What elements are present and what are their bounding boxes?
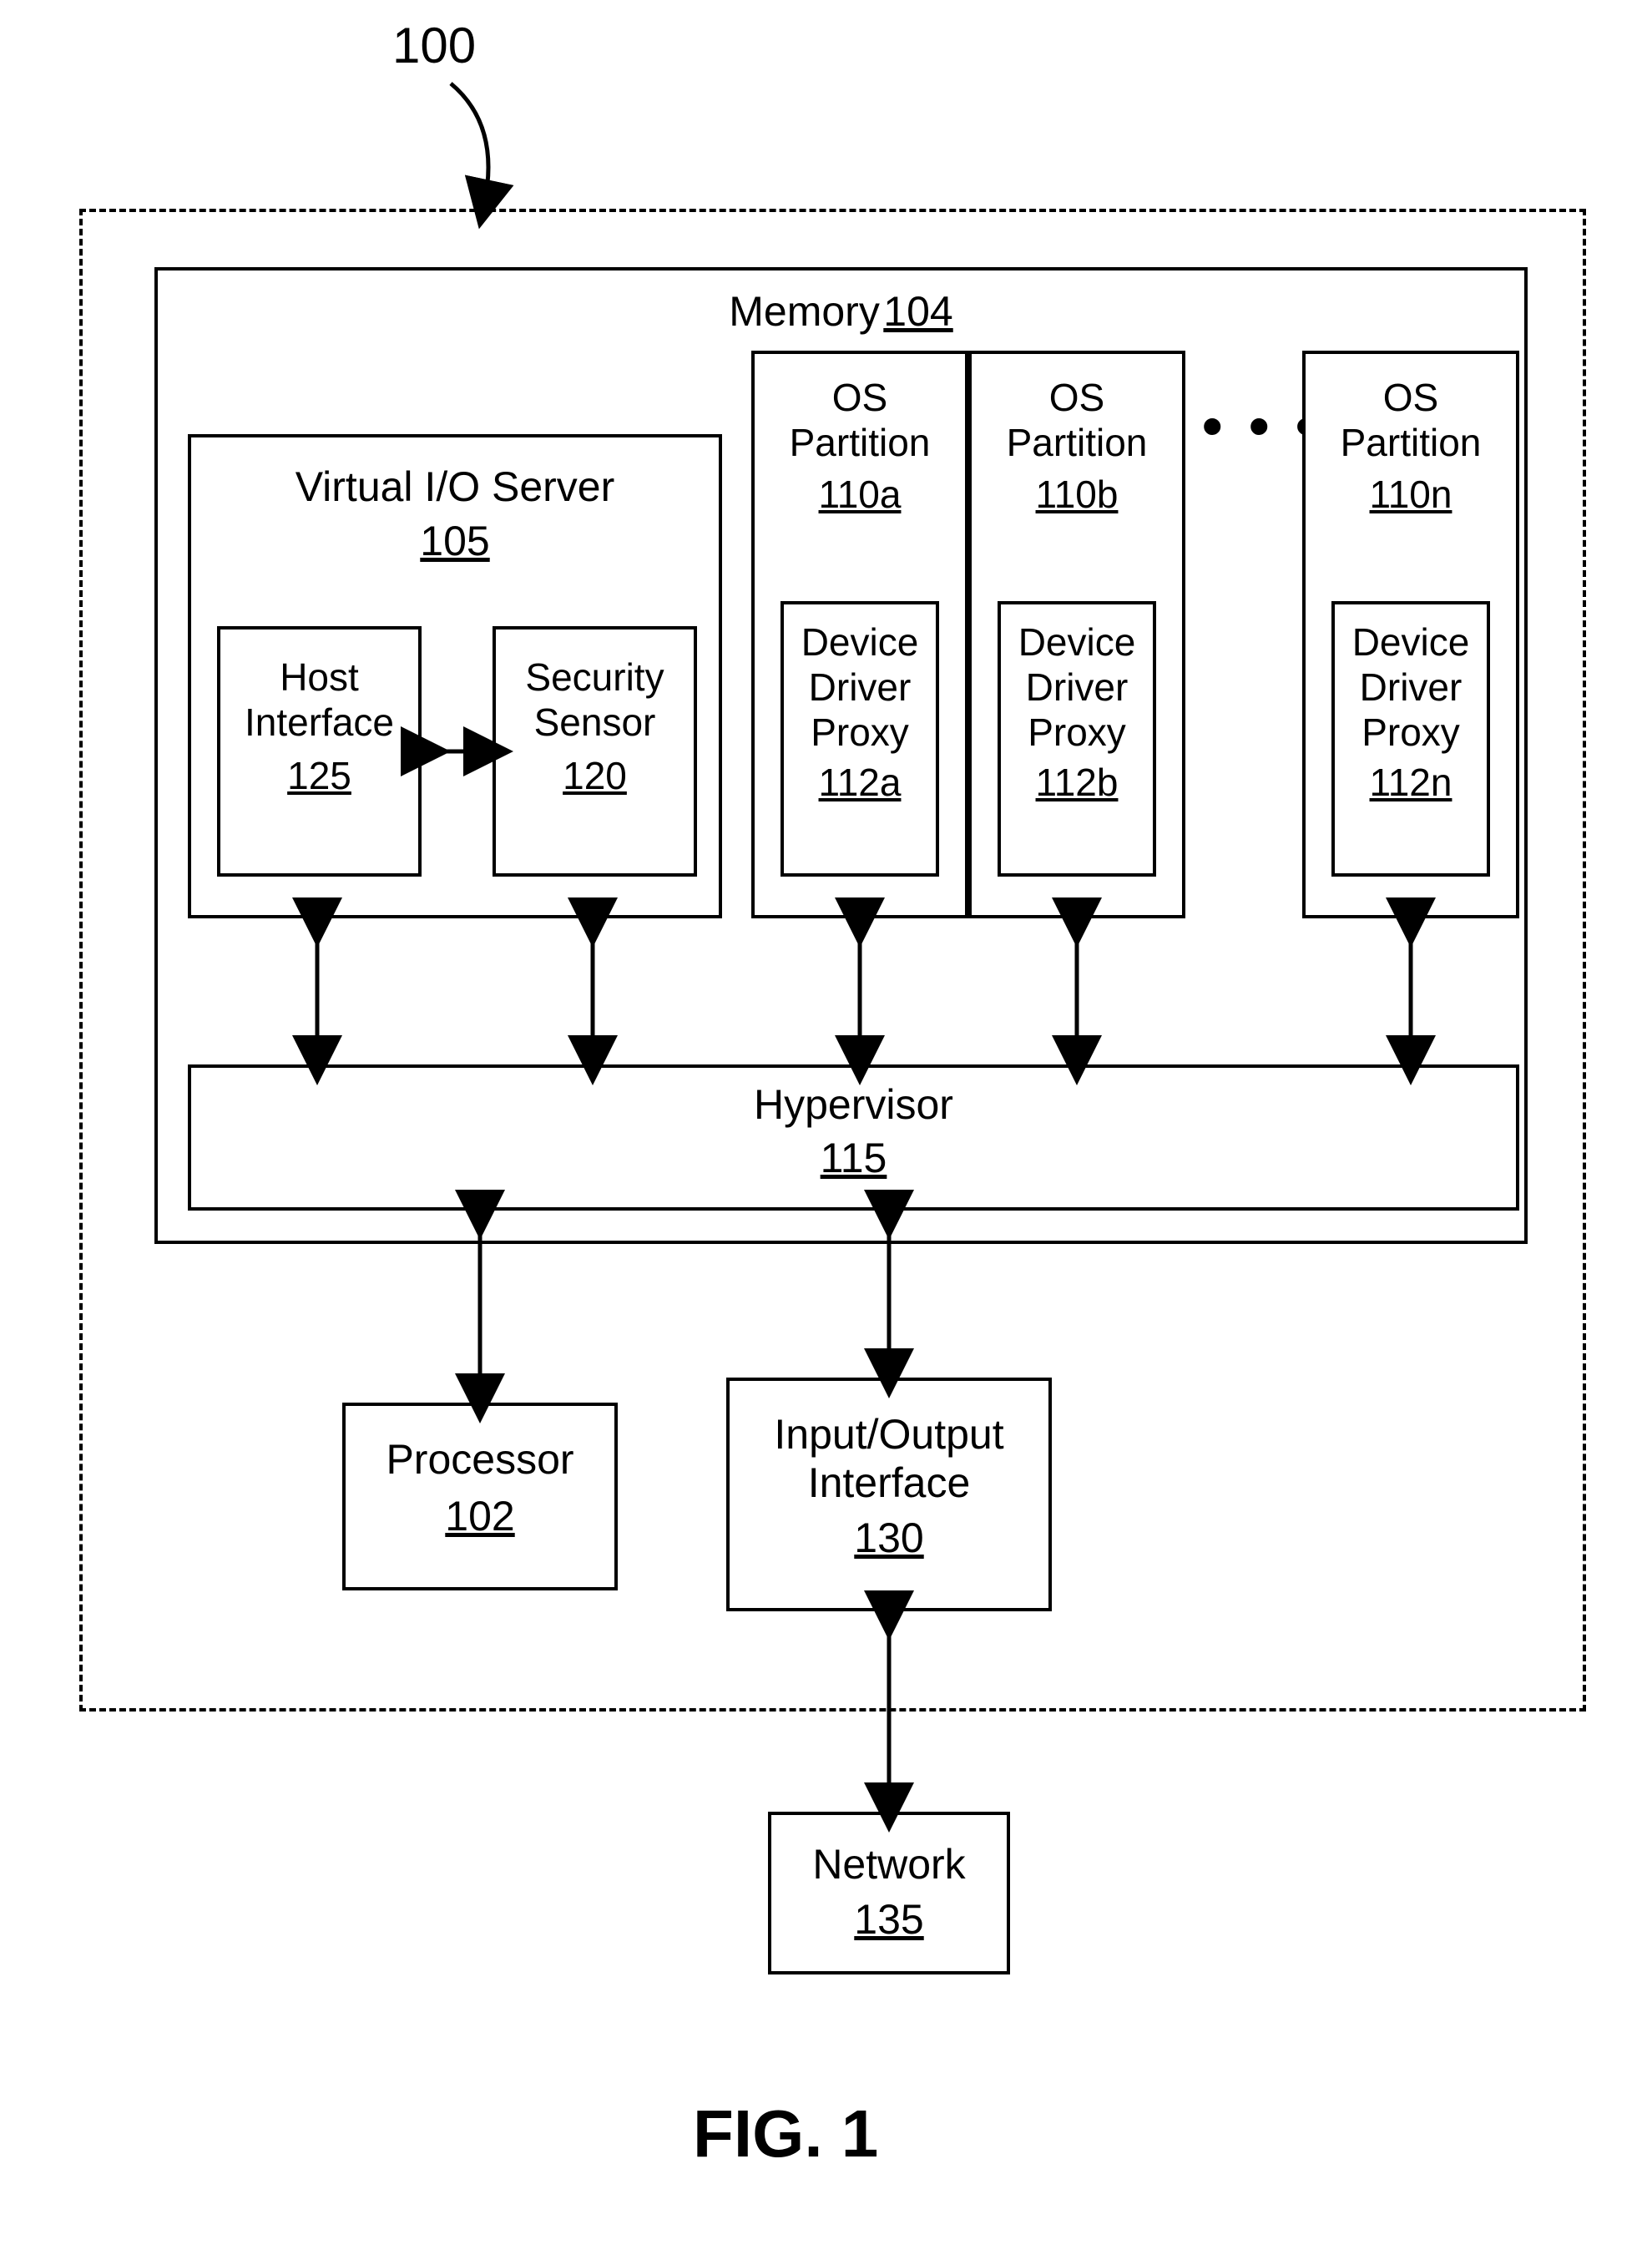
host-interface-box: Host Interface 125 <box>217 626 422 877</box>
memory-ref: 104 <box>883 288 952 335</box>
network-box: Network 135 <box>768 1812 1010 1974</box>
vio-ref: 105 <box>191 517 719 565</box>
device-driver-proxy-b: Device Driver Proxy 112b <box>998 601 1156 877</box>
security-sensor-box: Security Sensor 120 <box>493 626 697 877</box>
device-driver-proxy-n: Device Driver Proxy 112n <box>1331 601 1490 877</box>
memory-title-row: Memory 104 <box>158 287 1524 336</box>
hypervisor-box: Hypervisor 115 <box>188 1064 1519 1211</box>
system-ref-label: 100 <box>392 17 476 74</box>
processor-box: Processor 102 <box>342 1403 618 1590</box>
memory-title: Memory <box>729 288 880 335</box>
vio-title: Virtual I/O Server <box>191 463 719 511</box>
diagram-canvas: 100 Memory 104 Virtual I/O Server 105 Ho… <box>0 0 1652 2250</box>
device-driver-proxy-a: Device Driver Proxy 112a <box>781 601 939 877</box>
figure-caption: FIG. 1 <box>693 2096 878 2172</box>
io-interface-box: Input/Output Interface 130 <box>726 1378 1052 1611</box>
